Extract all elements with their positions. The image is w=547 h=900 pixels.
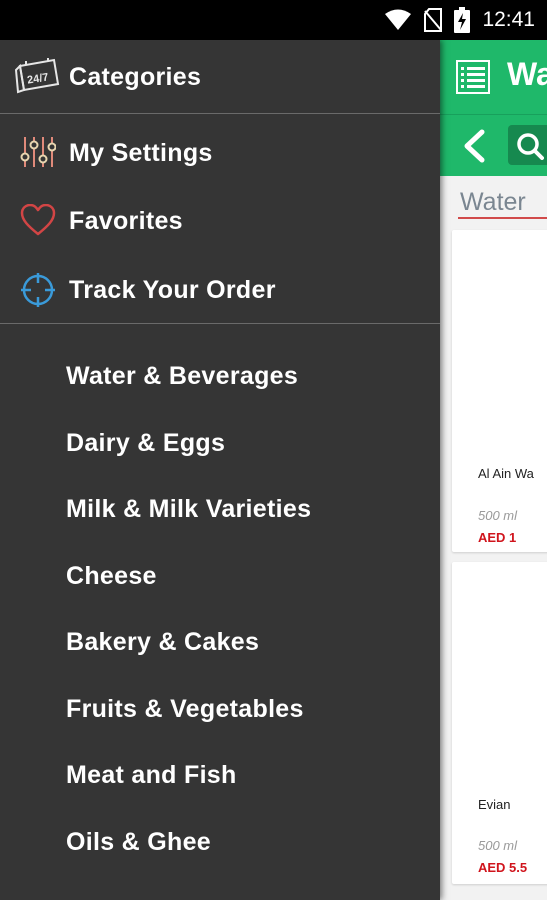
no-sim-icon bbox=[424, 8, 443, 32]
24-7-icon: 24/7 bbox=[14, 58, 60, 94]
favorites-label: Favorites bbox=[69, 207, 183, 235]
crosshair-icon bbox=[21, 273, 55, 307]
category-item[interactable]: Oils & Ghee bbox=[0, 812, 440, 872]
tab-indicator bbox=[458, 217, 547, 219]
status-icons: 12:41 bbox=[384, 0, 535, 40]
category-item[interactable]: Bakery & Cakes bbox=[0, 612, 440, 672]
product-size: 500 ml bbox=[478, 508, 518, 523]
category-label: Meat and Fish bbox=[66, 761, 237, 789]
nav-item-track-order[interactable]: Track Your Order bbox=[0, 259, 440, 321]
tab-water[interactable]: Water bbox=[460, 188, 526, 217]
category-item[interactable]: Meat and Fish bbox=[0, 745, 440, 805]
category-label: Oils & Ghee bbox=[66, 828, 212, 856]
sliders-icon bbox=[20, 137, 56, 167]
product-card[interactable]: Evian 500 ml AED 5.5 bbox=[452, 562, 547, 884]
product-card[interactable]: Al Ain Wa 500 ml AED 1 bbox=[452, 230, 547, 552]
app-title: Wa bbox=[507, 56, 547, 92]
status-time: 12:41 bbox=[482, 8, 535, 31]
drawer-header-categories[interactable]: 24/7 Categories bbox=[0, 46, 440, 108]
category-item[interactable]: Dairy & Eggs bbox=[0, 413, 440, 473]
category-label: Water & Beverages bbox=[66, 362, 299, 390]
search-button[interactable] bbox=[508, 125, 547, 165]
category-item[interactable]: Water & Beverages bbox=[0, 346, 440, 406]
nav-item-my-settings[interactable]: My Settings bbox=[0, 122, 440, 184]
nav-item-favorites[interactable]: Favorites bbox=[0, 190, 440, 252]
product-name: Al Ain Wa bbox=[478, 466, 534, 481]
category-item[interactable]: Cheese bbox=[0, 546, 440, 606]
app-content: Wa Water Al Ain Wa 500 ml AED 1 Evian 50… bbox=[440, 40, 547, 900]
categories-label: Categories bbox=[69, 63, 202, 91]
back-arrow-icon[interactable] bbox=[462, 129, 486, 163]
heart-icon bbox=[20, 204, 56, 236]
category-item[interactable]: Milk & Milk Varieties bbox=[0, 479, 440, 539]
divider bbox=[0, 113, 440, 114]
category-label: Cheese bbox=[66, 562, 157, 590]
app-header: Wa bbox=[440, 40, 547, 114]
category-label: Bakery & Cakes bbox=[66, 628, 260, 656]
battery-charging-icon bbox=[454, 7, 471, 33]
navigation-drawer: 24/7 Categories My Settings Favorites Tr… bbox=[0, 40, 440, 900]
my-settings-label: My Settings bbox=[69, 139, 213, 167]
product-name: Evian bbox=[478, 797, 511, 812]
search-icon bbox=[517, 133, 544, 160]
list-menu-icon[interactable] bbox=[456, 60, 490, 94]
status-bar: 12:41 bbox=[0, 0, 547, 40]
track-order-label: Track Your Order bbox=[69, 276, 276, 304]
svg-text:24/7: 24/7 bbox=[26, 71, 49, 86]
category-label: Fruits & Vegetables bbox=[66, 695, 304, 723]
category-label: Milk & Milk Varieties bbox=[66, 495, 312, 523]
divider bbox=[0, 323, 440, 324]
category-label: Dairy & Eggs bbox=[66, 429, 226, 457]
wifi-icon bbox=[385, 9, 412, 30]
category-item[interactable]: Fruits & Vegetables bbox=[0, 679, 440, 739]
app-toolbar bbox=[440, 114, 547, 176]
product-price: AED 5.5 bbox=[478, 860, 528, 875]
product-price: AED 1 bbox=[478, 530, 517, 545]
product-size: 500 ml bbox=[478, 838, 518, 853]
